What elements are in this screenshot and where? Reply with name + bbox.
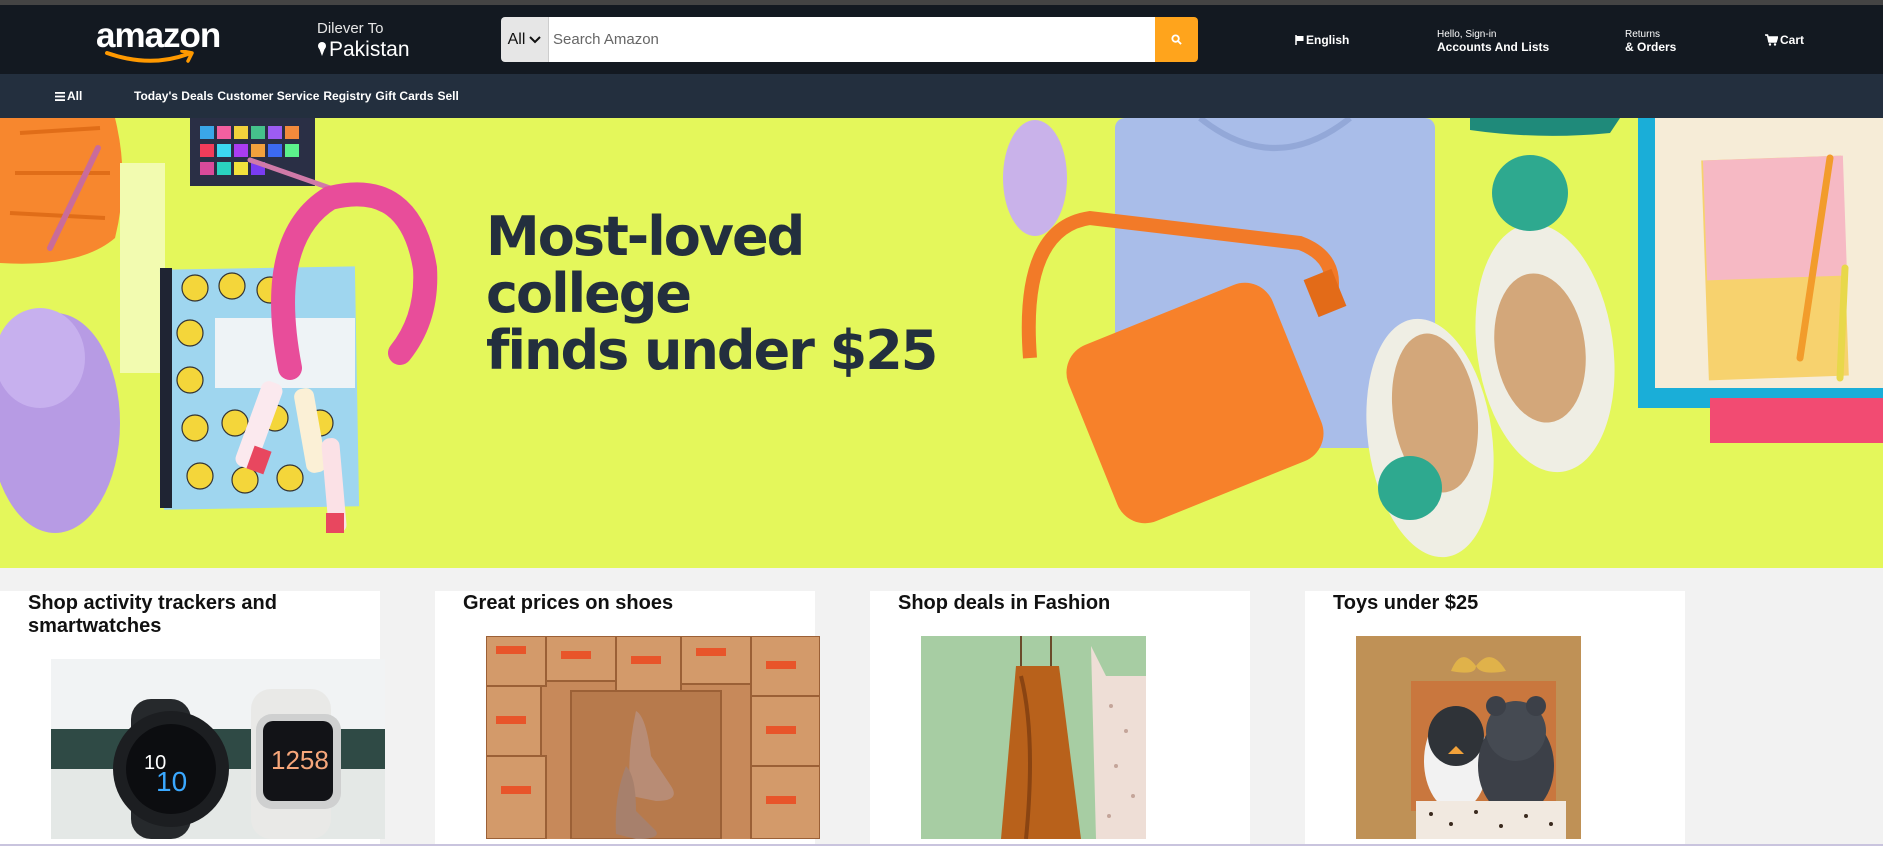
card-activity-trackers[interactable]: Shop activity trackers and smartwatches … [0,591,385,846]
subnav-link-sell[interactable]: Sell [437,89,458,103]
hamburger-menu-icon [55,91,65,101]
flag-icon [1295,35,1304,45]
subnav-links: Today's Deals Customer Service Registry … [134,89,459,103]
chevron-down-icon [529,35,542,43]
svg-text:10: 10 [156,766,187,797]
plush-toys-image [1356,636,1581,839]
deliver-to[interactable]: Dilever To Pakistan [317,20,410,62]
search-button[interactable] [1155,17,1198,62]
card-title: Toys under $25 [1333,592,1479,614]
card-image-smartwatches[interactable]: 10 10 1258 [51,659,385,839]
hero-title: Most-loved college finds under $25 [486,208,1006,379]
card-title: Shop deals in Fashion [898,592,1111,614]
hero-banner[interactable]: Most-loved college finds under $25 [0,118,1883,568]
boxes-shoes-image [486,636,820,839]
orders-label: & Orders [1625,40,1677,54]
card-image-fashion[interactable] [921,636,1146,839]
card-title: Shop activity trackers and smartwatches [28,592,277,637]
card-title: Great prices on shoes [463,592,674,614]
location-pin-icon [318,42,326,56]
subnav-link-customer-service[interactable]: Customer Service [217,89,319,103]
account-menu[interactable]: Hello, Sign-in Accounts And Lists [1437,29,1549,53]
cart-label: Cart [1780,33,1805,47]
secondary-navbar: All Today's Deals Customer Service Regis… [0,74,1883,118]
card-toys[interactable]: Toys under $25 [1305,591,1685,846]
search-bar: All [501,17,1198,62]
subnav-link-registry[interactable]: Registry [323,89,371,103]
amazon-logo[interactable]: amazon [96,17,224,67]
all-menu-button[interactable]: All [55,89,82,103]
search-icon [1171,34,1182,45]
account-label: Accounts And Lists [1437,40,1550,54]
returns-orders[interactable]: Returns & Orders [1625,29,1676,53]
deliver-to-label: Dilever To [317,20,384,37]
language-label: English [1306,33,1350,47]
logo-smile-icon [105,50,194,63]
card-image-shoes[interactable] [486,636,820,839]
svg-text:1258: 1258 [271,745,329,775]
top-navbar: amazon Dilever To Pakistan All Search Am… [0,5,1883,74]
dresses-image [921,636,1146,839]
subnav-link-todays-deals[interactable]: Today's Deals [134,89,213,103]
card-image-toys[interactable] [1356,636,1581,839]
all-menu-label: All [67,89,83,103]
hero-title-line2: finds under $25 [486,319,938,382]
search-input[interactable] [549,17,1155,62]
card-fashion[interactable]: Shop deals in Fashion [870,591,1250,846]
search-category-select[interactable]: All [501,17,549,62]
cart-icon [1765,34,1778,46]
cart-button[interactable]: Cart [1765,33,1804,47]
product-cards-row: Shop activity trackers and smartwatches … [0,568,1883,846]
language-selector[interactable]: English [1295,33,1349,47]
subnav-link-gift-cards[interactable]: Gift Cards [375,89,433,103]
card-shoes[interactable]: Great prices on shoes [435,591,820,846]
deliver-to-location: Pakistan [329,38,410,61]
hero-title-line1: Most-loved college [486,205,805,325]
smartwatch-image: 10 10 1258 [51,659,385,839]
search-category-value: All [507,30,526,48]
